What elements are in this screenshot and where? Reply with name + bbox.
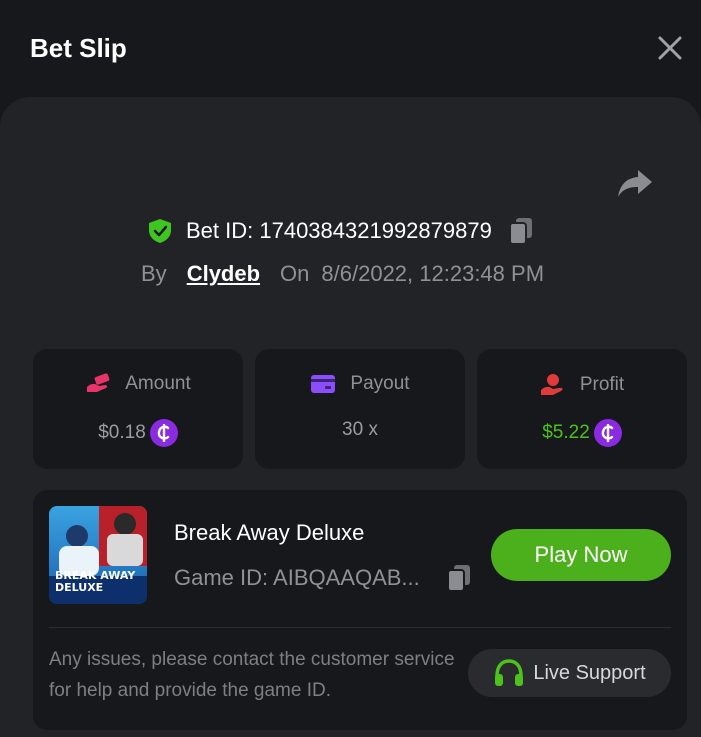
share-icon bbox=[618, 170, 652, 197]
bet-author-row: By Clydeb On 8/6/2022, 12:23:48 PM bbox=[141, 258, 544, 290]
share-button[interactable] bbox=[616, 167, 654, 199]
play-now-button[interactable]: Play Now bbox=[491, 529, 671, 581]
money-hand-icon bbox=[87, 373, 110, 392]
game-logo: BREAK AWAY DELUXE bbox=[55, 569, 136, 594]
by-label: By bbox=[141, 261, 167, 286]
header: Bet Slip bbox=[0, 0, 701, 97]
game-name: Break Away Deluxe bbox=[174, 520, 365, 545]
live-support-label: Live Support bbox=[533, 661, 646, 684]
amount-card: Amount $0.18 bbox=[33, 349, 243, 469]
user-link[interactable]: Clydeb bbox=[187, 261, 260, 287]
profit-label: Profit bbox=[579, 374, 625, 395]
amount-header: Amount bbox=[33, 373, 243, 395]
payout-header: Payout bbox=[255, 373, 465, 395]
coin-icon bbox=[593, 419, 622, 447]
shield-check-icon bbox=[149, 219, 171, 243]
payout-card: Payout 30 x bbox=[255, 349, 465, 469]
bet-id: Bet ID: 17403843219928798​79 bbox=[186, 218, 492, 243]
game-id-row: Game ID: AIBQAAQAB... bbox=[174, 562, 472, 594]
amount-label: Amount bbox=[125, 373, 191, 394]
divider bbox=[49, 627, 671, 628]
close-icon bbox=[658, 36, 682, 60]
support-help-text: Any issues, please contact the customer … bbox=[49, 649, 455, 701]
page-title: Bet Slip bbox=[30, 33, 127, 63]
copy-icon[interactable] bbox=[446, 564, 472, 592]
bet-date: 8/6/2022, 12:23:48 PM bbox=[321, 261, 545, 286]
profit-value: $5.22 bbox=[542, 422, 590, 443]
coin-icon bbox=[149, 419, 178, 447]
profit-card: Profit $5.22 bbox=[477, 349, 687, 469]
live-support-button[interactable]: Live Support bbox=[468, 649, 671, 697]
profit-value-row: $5.22 bbox=[477, 419, 687, 447]
payout-label: Payout bbox=[350, 373, 410, 394]
close-button[interactable] bbox=[656, 34, 684, 62]
card-icon bbox=[311, 375, 336, 393]
on-label: On bbox=[280, 261, 310, 286]
payout-value: 30 x bbox=[342, 419, 378, 440]
bet-id-row: Bet ID: 17403843219928798​79 bbox=[148, 214, 534, 248]
amount-value-row: $0.18 bbox=[33, 419, 243, 447]
amount-value: $0.18 bbox=[98, 422, 146, 443]
payout-value-row: 30 x bbox=[255, 419, 465, 441]
hand-coin-icon bbox=[540, 374, 563, 395]
game-id: Game ID: AIBQAAQAB... bbox=[174, 565, 420, 590]
copy-icon[interactable] bbox=[508, 217, 534, 245]
game-thumbnail[interactable]: BREAK AWAY DELUXE bbox=[49, 506, 147, 604]
headset-icon bbox=[495, 659, 524, 686]
profit-header: Profit bbox=[477, 373, 687, 397]
